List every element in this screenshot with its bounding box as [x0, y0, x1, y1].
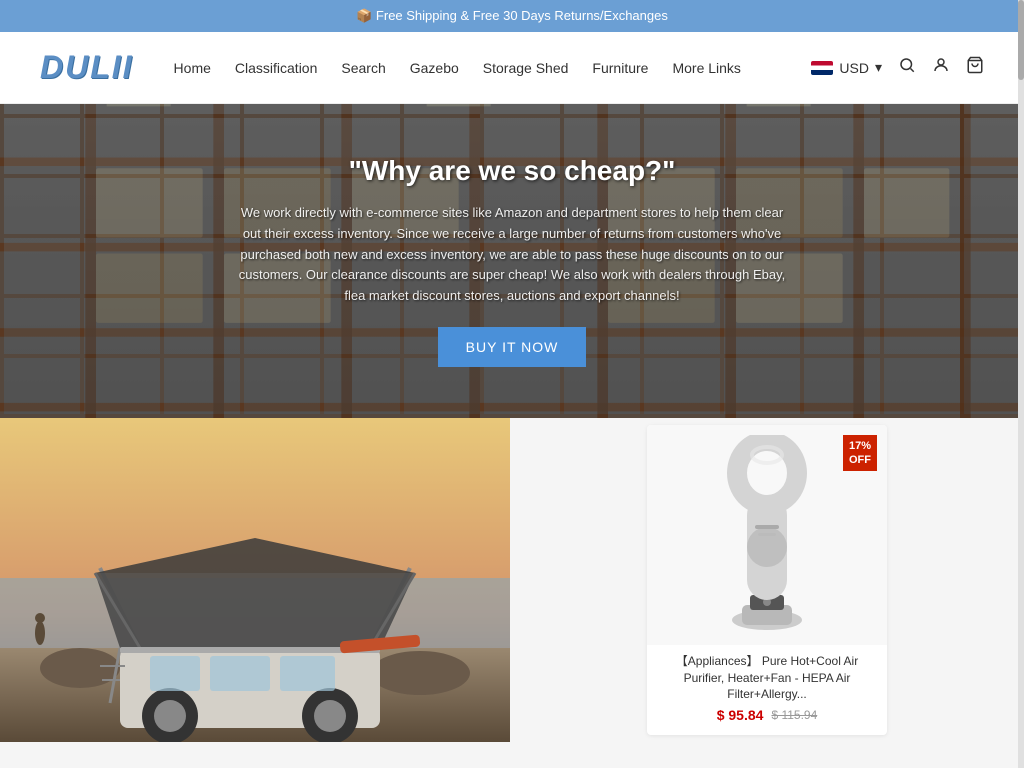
nav-more-links[interactable]: More Links	[672, 60, 740, 76]
announcement-bar: 📦 Free Shipping & Free 30 Days Returns/E…	[0, 0, 1024, 32]
hero-content: "Why are we so cheap?" We work directly …	[212, 155, 812, 367]
current-price: $ 95.84	[717, 707, 764, 723]
bottom-section: 17% OFF	[0, 418, 1024, 742]
product-title: 【Appliances】 Pure Hot+Cool Air Purifier,…	[647, 645, 887, 707]
header: DULII Home Classification Search Gazebo …	[0, 32, 1024, 104]
buy-now-button[interactable]: BUY IT NOW	[438, 327, 587, 367]
discount-badge: 17% OFF	[843, 435, 877, 472]
chevron-down-icon: ▾	[875, 59, 882, 76]
nav-search[interactable]: Search	[341, 60, 385, 76]
product-section: 17% OFF	[510, 418, 1024, 742]
original-price: $ 115.94	[771, 708, 817, 722]
product-card: 17% OFF	[647, 425, 887, 735]
scrollbar-thumb[interactable]	[1018, 0, 1024, 80]
currency-selector[interactable]: USD ▾	[811, 59, 882, 76]
logo[interactable]: DULII	[40, 49, 134, 86]
discount-label: OFF	[849, 454, 871, 466]
currency-label: USD	[839, 60, 869, 76]
hero-section: "Why are we so cheap?" We work directly …	[0, 104, 1024, 418]
us-flag-icon	[811, 61, 833, 75]
header-right: USD ▾	[811, 56, 984, 79]
search-icon[interactable]	[898, 56, 916, 79]
hero-description: We work directly with e-commerce sites l…	[232, 203, 792, 307]
outdoor-promo-image	[0, 418, 510, 742]
discount-percent: 17%	[849, 440, 871, 452]
nav-classification[interactable]: Classification	[235, 60, 317, 76]
nav-gazebo[interactable]: Gazebo	[410, 60, 459, 76]
product-prices: $ 95.84 $ 115.94	[647, 707, 887, 723]
nav-home[interactable]: Home	[174, 60, 211, 76]
hero-title: "Why are we so cheap?"	[232, 155, 792, 187]
nav: Home Classification Search Gazebo Storag…	[174, 60, 812, 76]
nav-storage-shed[interactable]: Storage Shed	[483, 60, 569, 76]
scrollbar[interactable]	[1018, 0, 1024, 768]
cart-icon[interactable]	[966, 56, 984, 79]
announcement-text: 📦 Free Shipping & Free 30 Days Returns/E…	[356, 8, 668, 23]
account-icon[interactable]	[932, 56, 950, 79]
nav-furniture[interactable]: Furniture	[592, 60, 648, 76]
